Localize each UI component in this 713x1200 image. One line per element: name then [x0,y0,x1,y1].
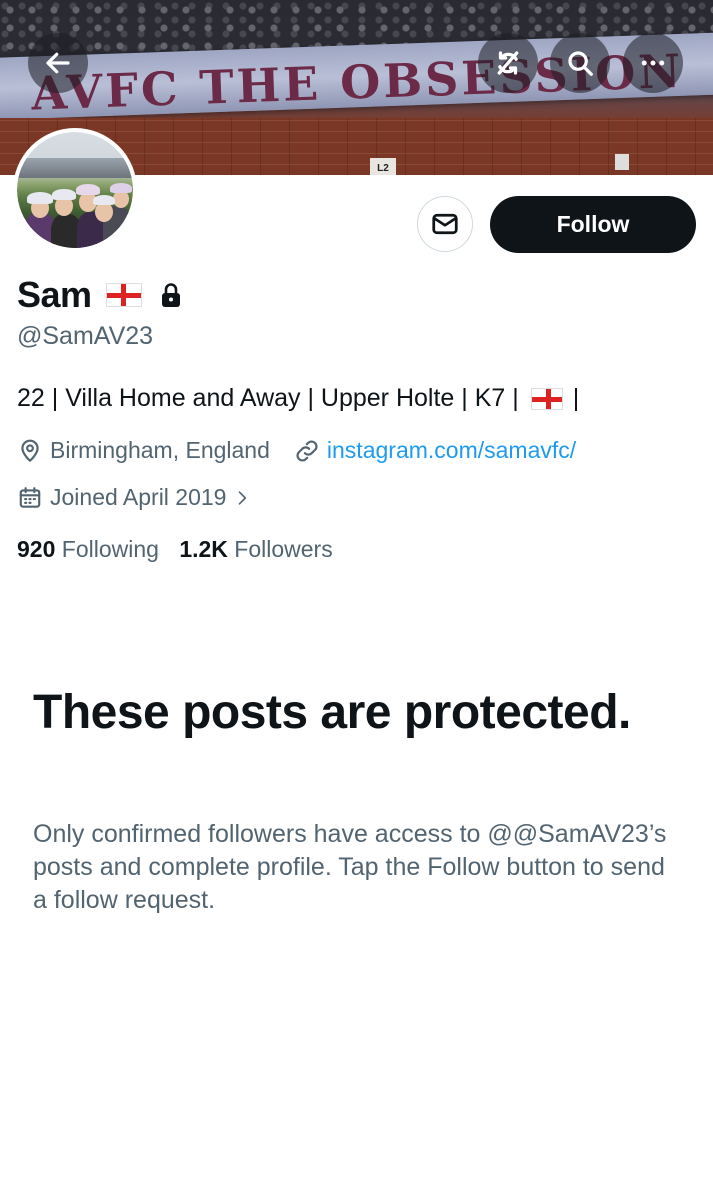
avatar-hat [110,183,132,193]
bio-text: 22 | Villa Home and Away | Upper Holte |… [17,384,519,412]
england-flag-icon [105,283,142,307]
profile-website-link[interactable]: instagram.com/samavfc/ [327,437,576,464]
followers-count: 1.2K [179,536,228,562]
following-label: Following [61,536,159,562]
avatar-hat [52,189,76,200]
avatar-stand [17,158,133,178]
refresh-slash-icon [497,51,519,75]
location-pin-icon [21,439,39,462]
profile-joined-row[interactable]: Joined April 2019 [17,484,252,511]
following-stat[interactable]: 920 Following [17,536,159,562]
avatar[interactable] [13,128,137,252]
protected-title: These posts are protected. [33,686,631,739]
avatar-hat [27,192,53,204]
profile-meta-row: Birmingham, England instagram.com/samavf… [17,437,576,464]
lock-icon [161,283,180,307]
search-icon [568,51,593,76]
protected-description: Only confirmed followers have access to … [33,820,667,914]
profile-joined: Joined April 2019 [50,484,227,510]
followers-label: Followers [234,536,333,562]
banner-sign-small [615,154,629,170]
link-icon [296,439,318,462]
search-button[interactable] [550,33,610,93]
back-button[interactable] [28,33,88,93]
profile-location: Birmingham, England [50,437,270,463]
following-count: 920 [17,536,56,562]
more-button[interactable] [623,33,683,93]
avatar-hat [76,184,100,195]
more-horizontal-icon [641,60,665,66]
follow-button[interactable]: Follow [490,196,696,253]
message-button[interactable] [417,196,473,252]
avatar-photo [17,132,133,248]
avatar-hat [93,195,115,205]
refresh-button[interactable] [478,33,538,93]
profile-name: Sam [17,274,92,315]
arrow-left-icon [46,52,70,74]
calendar-icon [19,486,41,508]
england-flag-icon [530,387,563,410]
avatar-face [95,202,113,222]
followers-stat[interactable]: 1.2K Followers [179,536,332,562]
banner-sign: L2 [370,158,396,175]
profile-handle: @SamAV23 [17,322,154,350]
bio-end: | [572,384,580,412]
profile-bio: 22 | Villa Home and Away | Upper Holte |… [17,384,579,413]
profile-name-row: Sam [17,272,183,318]
profile-stats: 920 Following 1.2K Followers [17,536,333,563]
chevron-right-icon [239,490,247,505]
envelope-icon [432,213,458,235]
